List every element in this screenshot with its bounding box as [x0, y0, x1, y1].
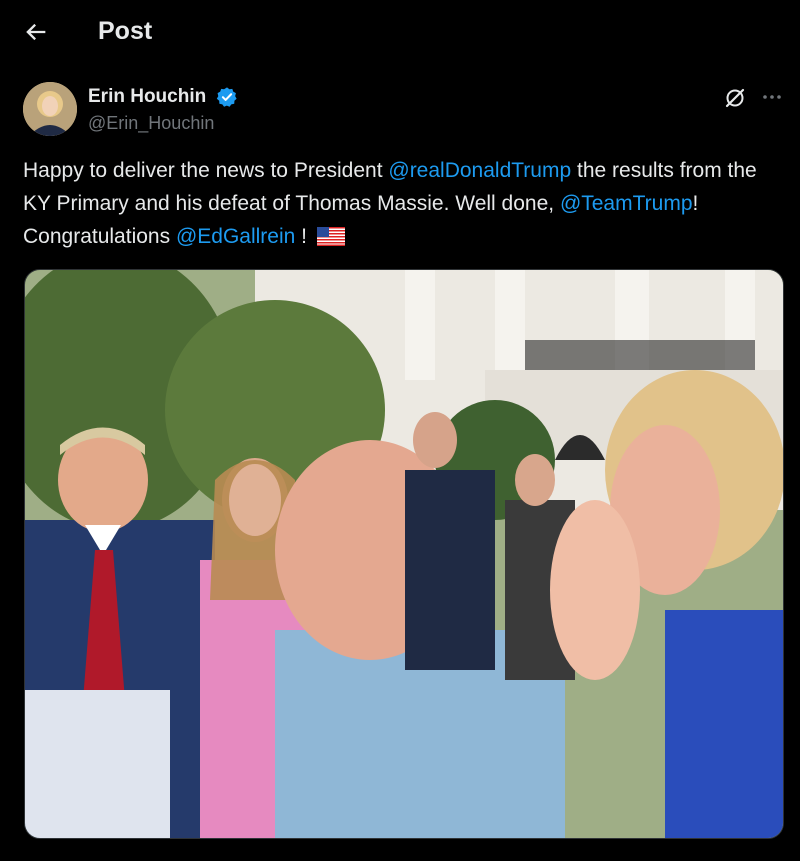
text-segment: !	[295, 225, 313, 248]
mention-teamtrump[interactable]: @TeamTrump	[560, 192, 693, 215]
profile-photo	[23, 82, 77, 136]
arrow-left-icon	[26, 23, 46, 41]
post-text: Happy to deliver the news to President @…	[23, 154, 783, 253]
page-title: Post	[98, 17, 153, 45]
avatar[interactable]	[23, 82, 77, 136]
verified-badge-icon	[216, 87, 237, 107]
post-author: Erin Houchin @Erin_Houchin	[23, 82, 783, 138]
us-flag-icon	[316, 227, 345, 246]
top-bar: Post	[0, 0, 800, 64]
photo-illustration	[25, 270, 783, 838]
mention-realdonaldtrump[interactable]: @realDonaldTrump	[388, 159, 571, 182]
post-photo[interactable]	[24, 269, 784, 839]
text-segment: Happy to deliver the news to President	[23, 159, 389, 182]
back-button[interactable]	[22, 18, 50, 46]
author-name[interactable]: Erin Houchin	[88, 86, 206, 108]
author-handle[interactable]: @Erin_Houchin	[88, 113, 214, 134]
mention-edgallrein[interactable]: @EdGallrein	[176, 225, 295, 248]
grok-icon[interactable]	[723, 86, 747, 110]
more-horizontal-icon[interactable]	[760, 85, 784, 109]
